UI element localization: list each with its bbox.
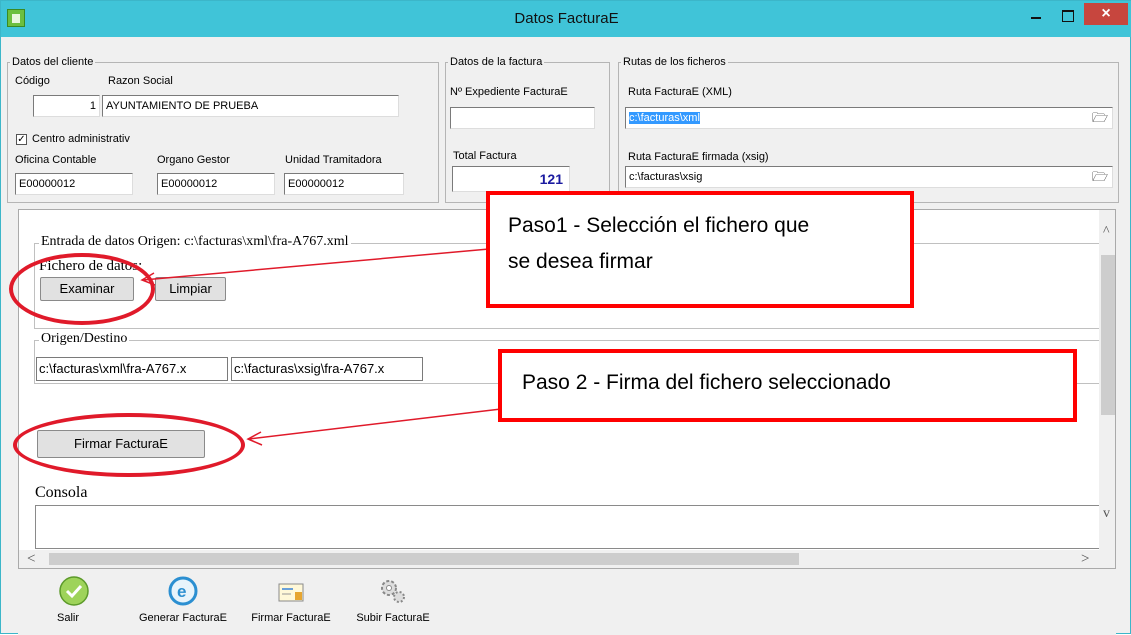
toolbar-subir[interactable]: Subir FacturaE bbox=[348, 575, 438, 624]
toolbar-firmar-label: Firmar FacturaE bbox=[251, 612, 331, 624]
limpiar-button[interactable]: Limpiar bbox=[155, 277, 226, 301]
expediente-input[interactable] bbox=[450, 107, 595, 129]
check-icon bbox=[59, 576, 89, 606]
callout-paso1-line1: Paso1 - Selección el fichero que bbox=[508, 214, 810, 237]
unidad-tramitadora-label: Unidad Tramitadora bbox=[285, 154, 382, 166]
oficina-contable-label: Oficina Contable bbox=[15, 154, 97, 166]
codigo-input[interactable]: 1 bbox=[33, 95, 100, 117]
origen-input[interactable]: c:\facturas\xml\fra-A767.x bbox=[36, 357, 228, 381]
toolbar-firmar[interactable]: Firmar FacturaE bbox=[246, 575, 336, 624]
total-factura-value: 121 bbox=[452, 166, 570, 192]
scroll-right-icon[interactable]: > bbox=[1081, 551, 1089, 568]
title-bar[interactable]: Datos FacturaE × bbox=[1, 1, 1131, 37]
refresh-e-icon: e bbox=[168, 576, 198, 606]
scroll-down-icon[interactable]: v bbox=[1103, 506, 1110, 522]
codigo-label: Código bbox=[15, 75, 50, 87]
vertical-scrollbar[interactable]: ^ v bbox=[1099, 210, 1115, 550]
window-title: Datos FacturaE bbox=[514, 10, 619, 27]
organo-gestor-input[interactable]: E00000012 bbox=[157, 173, 275, 195]
sign-document-icon bbox=[278, 583, 304, 602]
minimize-button[interactable] bbox=[1022, 5, 1050, 27]
consola-label: Consola bbox=[35, 484, 88, 501]
callout-paso1-line2: se desea firmar bbox=[508, 250, 653, 273]
razon-social-label: Razon Social bbox=[108, 75, 173, 87]
cliente-legend: Datos del cliente bbox=[12, 56, 94, 68]
toolbar-generar-label: Generar FacturaE bbox=[138, 612, 228, 624]
rutas-legend: Rutas de los ficheros bbox=[623, 56, 726, 68]
ruta-xsig-label: Ruta FacturaE firmada (xsig) bbox=[628, 151, 769, 163]
gears-icon bbox=[381, 580, 405, 603]
toolbar-salir-label: Salir bbox=[56, 612, 79, 624]
bottom-toolbar: Salir e Generar FacturaE Firmar FacturaE bbox=[18, 569, 1116, 635]
close-button[interactable]: × bbox=[1084, 3, 1128, 25]
toolbar-subir-label: Subir FacturaE bbox=[356, 612, 430, 624]
razon-social-input[interactable]: AYUNTAMIENTO DE PRUEBA bbox=[102, 95, 399, 117]
scroll-thumb[interactable] bbox=[1101, 255, 1115, 415]
horizontal-scrollbar[interactable]: < > bbox=[19, 550, 1115, 568]
callout-paso1: Paso1 - Selección el fichero que se dese… bbox=[486, 191, 914, 308]
hscroll-thumb[interactable] bbox=[49, 553, 799, 565]
consola-output[interactable] bbox=[35, 505, 1105, 549]
ruta-xml-value: c:\facturas\xml bbox=[629, 112, 700, 124]
total-factura-label: Total Factura bbox=[453, 150, 517, 162]
toolbar-salir[interactable]: Salir bbox=[46, 575, 90, 624]
browse-xsig-folder-icon[interactable]: 🗁 bbox=[1089, 167, 1111, 187]
centro-administrativo-checkbox[interactable]: ✓ bbox=[16, 134, 27, 145]
ruta-xml-label: Ruta FacturaE (XML) bbox=[628, 86, 732, 98]
expediente-label: Nº Expediente FacturaE bbox=[450, 86, 568, 98]
window: Datos FacturaE × Datos del cliente Códig… bbox=[0, 0, 1131, 635]
origen-destino-legend: Origen/Destino bbox=[39, 331, 130, 347]
highlight-ellipse-firmar bbox=[13, 413, 245, 477]
oficina-contable-input[interactable]: E00000012 bbox=[15, 173, 133, 195]
svg-text:e: e bbox=[177, 582, 186, 601]
factura-legend: Datos de la factura bbox=[450, 56, 543, 68]
callout-paso2-text: Paso 2 - Firma del fichero seleccionado bbox=[522, 371, 891, 394]
ruta-xml-input[interactable]: c:\facturas\xml bbox=[625, 107, 1113, 129]
scroll-left-icon[interactable]: < bbox=[27, 551, 35, 568]
maximize-button[interactable] bbox=[1053, 5, 1081, 27]
highlight-ellipse-examinar bbox=[9, 253, 155, 325]
toolbar-generar[interactable]: e Generar FacturaE bbox=[128, 575, 238, 624]
scroll-up-icon[interactable]: ^ bbox=[1103, 224, 1110, 240]
callout-paso2: Paso 2 - Firma del fichero seleccionado bbox=[498, 349, 1077, 422]
entrada-legend: Entrada de datos Origen: c:\facturas\xml… bbox=[39, 234, 351, 250]
centro-administrativo-label: Centro administrativ bbox=[32, 133, 130, 145]
browse-xml-folder-icon[interactable]: 🗁 bbox=[1089, 108, 1111, 128]
destino-input[interactable]: c:\facturas\xsig\fra-A767.x bbox=[231, 357, 423, 381]
organo-gestor-label: Organo Gestor bbox=[157, 154, 230, 166]
unidad-tramitadora-input[interactable]: E00000012 bbox=[284, 173, 404, 195]
ruta-xsig-input[interactable]: c:\facturas\xsig bbox=[625, 166, 1113, 188]
